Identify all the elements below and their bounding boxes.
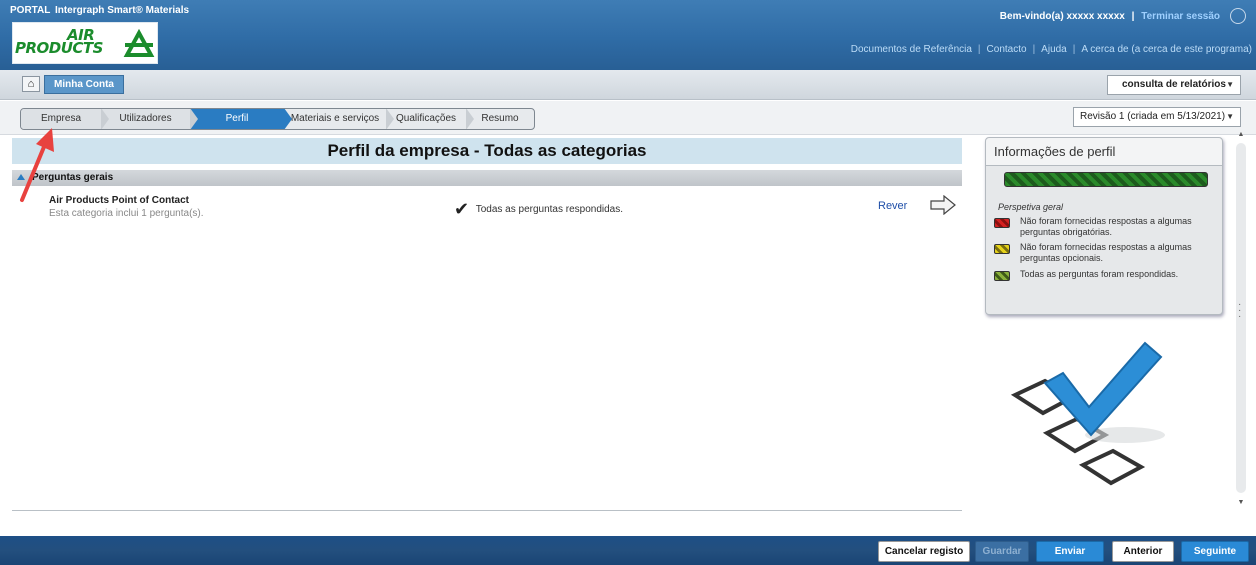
workflow-bar: Empresa Utilizadores Perfil Materiais e …	[0, 101, 1256, 135]
panel-title: Informações de perfil	[986, 138, 1222, 166]
portal-title: PORTAL Intergraph Smart® Materials	[10, 5, 189, 16]
reports-dropdown-label: consulta de relatórios	[1122, 79, 1226, 90]
category-description: Esta categoria inclui 1 pergunta(s).	[49, 208, 204, 219]
send-button[interactable]: Enviar	[1036, 541, 1104, 562]
save-button[interactable]: Guardar	[975, 541, 1029, 562]
overall-label: Perspetiva geral	[998, 202, 1064, 212]
separator: |	[1131, 11, 1135, 22]
revision-label: Revisão 1 (criada em 5/13/2021)	[1080, 111, 1226, 122]
green-status-swatch-icon	[994, 271, 1010, 281]
review-link[interactable]: Rever	[878, 200, 907, 212]
cancel-registration-button[interactable]: Cancelar registo	[878, 541, 970, 562]
top-links: Documentos de Referência | Contacto | Ajuda |…	[850, 44, 1252, 55]
divider	[12, 510, 962, 511]
link-about[interactable]: A cerca de (a cerca de este programa)	[1081, 44, 1252, 55]
previous-button[interactable]: Anterior	[1112, 541, 1174, 562]
right-arrow-icon[interactable]	[929, 195, 957, 215]
red-status-swatch-icon	[994, 218, 1010, 228]
section-header[interactable]: Perguntas gerais	[12, 170, 962, 186]
legend-text: Não foram fornecidas respostas a algumas…	[1020, 216, 1192, 237]
logout-link[interactable]: Terminar sessão	[1141, 11, 1220, 22]
overall-progress-bar	[1004, 172, 1208, 187]
step-resumo[interactable]: Resumo	[466, 109, 534, 129]
logo-text-products: PRODUCTS	[15, 39, 103, 57]
home-icon[interactable]: ⌂	[22, 76, 40, 92]
next-button[interactable]: Seguinte	[1181, 541, 1249, 562]
chevron-down-icon: ▼	[1226, 112, 1234, 121]
welcome-area: Bem-vindo(a) xxxxx xxxxx | Terminar sess…	[1000, 11, 1220, 22]
status-area: ✔ Todas as perguntas respondidas.	[454, 199, 623, 220]
scroll-up-icon[interactable]: ▲	[1236, 131, 1246, 141]
reports-dropdown[interactable]: consulta de relatórios ▼	[1107, 75, 1241, 95]
main-content: Perfil da empresa - Todas as categorias …	[12, 138, 962, 512]
account-bar: ⌂ Minha Conta consulta de relatórios ▼	[0, 70, 1256, 100]
link-reference-docs[interactable]: Documentos de Referência	[851, 44, 972, 55]
profile-info-panel: Informações de perfil Perspetiva geral N…	[985, 137, 1223, 315]
header: PORTAL Intergraph Smart® Materials AIR P…	[0, 0, 1256, 70]
yellow-status-swatch-icon	[994, 244, 1010, 254]
bottom-action-bar: Cancelar registo Guardar Enviar Anterior…	[0, 536, 1256, 565]
status-text: Todas as perguntas respondidas.	[475, 204, 624, 215]
globe-icon[interactable]	[1230, 8, 1246, 24]
welcome-text: Bem-vindo(a) xxxxx xxxxx	[999, 11, 1125, 22]
legend-text: Não foram fornecidas respostas a algumas…	[1020, 242, 1192, 263]
annotation-arrow-icon	[20, 128, 54, 202]
chevron-down-icon: ▼	[1226, 80, 1234, 89]
portal-label: PORTAL	[10, 5, 51, 16]
product-name: Intergraph Smart® Materials	[54, 5, 190, 16]
scroll-down-icon[interactable]: ▼	[1236, 499, 1246, 509]
step-perfil[interactable]: Perfil	[190, 109, 292, 129]
category-title: Air Products Point of Contact	[49, 195, 189, 206]
more-options-icon[interactable]: · · ·	[1238, 300, 1242, 322]
link-contact[interactable]: Contacto	[987, 44, 1027, 55]
revision-dropdown[interactable]: Revisão 1 (criada em 5/13/2021) ▼	[1073, 107, 1241, 127]
logo-mark-icon	[123, 29, 155, 57]
tab-my-account[interactable]: Minha Conta	[44, 75, 124, 94]
step-materiais-servicos[interactable]: Materiais e serviços	[284, 109, 394, 129]
page-title: Perfil da empresa - Todas as categorias	[12, 138, 962, 164]
checkmark-icon: ✔	[454, 199, 470, 219]
step-qualificacoes[interactable]: Qualificações	[386, 109, 474, 129]
workflow-steps: Empresa Utilizadores Perfil Materiais e …	[20, 108, 535, 130]
checklist-illustration-icon	[1010, 341, 1165, 486]
air-products-logo: AIR PRODUCTS	[12, 22, 158, 64]
link-help[interactable]: Ajuda	[1041, 44, 1067, 55]
step-utilizadores[interactable]: Utilizadores	[101, 109, 198, 129]
legend-text: Todas as perguntas foram respondidas.	[1020, 269, 1179, 279]
